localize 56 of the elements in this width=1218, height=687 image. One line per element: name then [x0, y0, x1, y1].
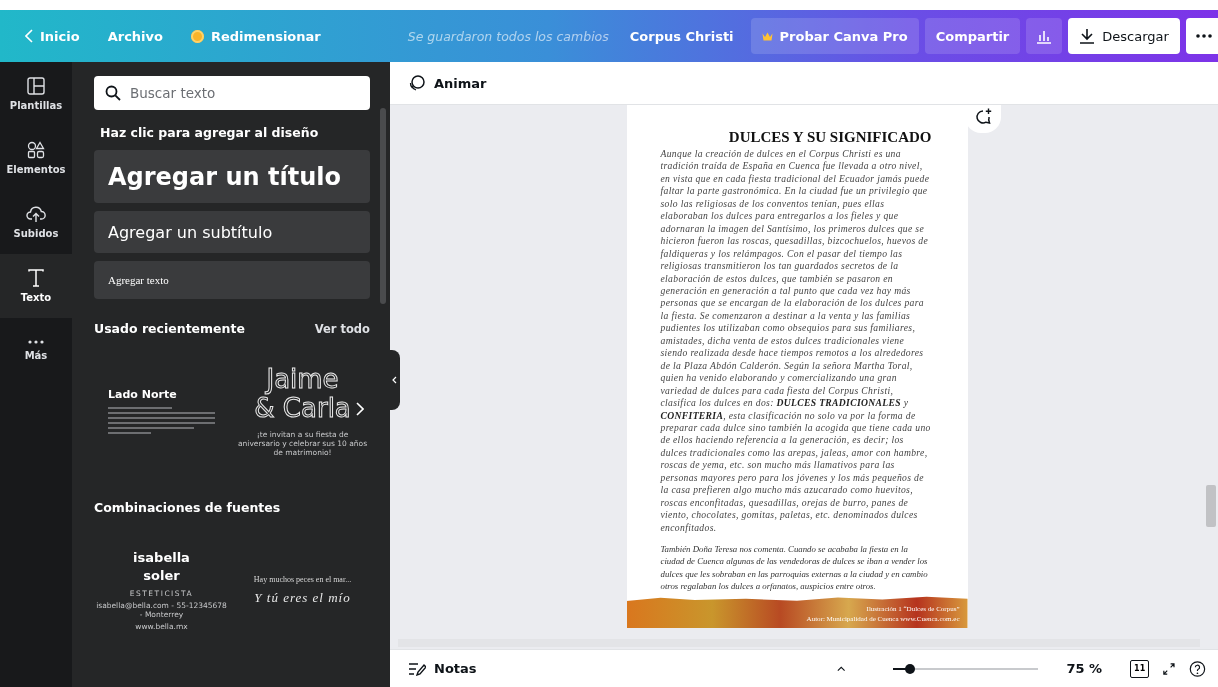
caret-icon[interactable]	[836, 665, 845, 672]
section-heading: Combinaciones de fuentes	[94, 500, 281, 515]
download-button[interactable]: Descargar	[1068, 18, 1180, 54]
more-icon	[1195, 34, 1212, 38]
add-text-button[interactable]: Agregar un título	[94, 150, 370, 203]
add-comment-icon	[974, 108, 992, 126]
more-icon	[27, 339, 45, 345]
notes-button[interactable]: Notas	[402, 660, 483, 677]
search-icon	[105, 85, 121, 101]
zoom-level[interactable]: 75 %	[1066, 661, 1103, 676]
save-status: Se guardaron todos los cambios	[407, 28, 609, 44]
document-paragraph: Aunque la creación de dulces en el Corpus Christi es una tradición traída de España en Cuenca fue llevada a otro nivel, en vista que en cada fiesta tradicional del Ecuador jamás puede faltar la parte gastronómica. En la ciudad fue un privilegio que solo las religiosas de los conventos tenían, pues ellas elaboraban los dulces para entregarlos a los fieles y que adornaran la imagen del Santísimo, los primeros dulces que se hicieron fueron las roscas, quesadillas, bizcochuelos, huevos de faldiqueras y los relámpagos. Con el pasar del tiempo las religiosas transmitieron los tan guardados secretos de la elaboración de estos dulces, que también se pasaron en generación en generación a tal punto que cada vez hay más personas que se encargan de la elaboración de los dulces para la fiesta. Se comenzaron a destinar a la venta y las familias pudientes los utilizaban como obsequios para sus familiares, amistades, dicha venta de estos dulces tradicionales viene siendo realizada desde hace tiempos remotos a los alrededores de la Plaza Abdón Calderón. Según la señora Martha Toral, quien ha venido elaborando y comercializando una gran variedad de dulces para cada fiesta del Corpus Christi, clasifica los dulces en dos: DULCES TRADICIONALES y CONFITERIA, esta clasificación no solo va por la forma de preparar cada dulce sino también la acogida que tiene cada uno de ellos haciendo referencia a la generación, es decir; los dulces tradicionales como las arepas, jaleas, amor con hambre, roscas de yema, etc. son mucho más llamativos para las personas mayores pero para los jóvenes y los más pequeños de la casa prefieren algo mucho más azucarado como huevitos, roscas enconfitadas, quesadillas, orejas de burro, panes de viento, chocolates, gomitas, paletas, etc. denominados dulces enconfitados.	[660, 148, 932, 535]
search-field[interactable]: Buscar texto	[94, 76, 370, 110]
template-title: Lado Norte	[108, 388, 178, 401]
back-chevron-icon	[25, 29, 33, 43]
see-all-link[interactable]: Ver todo	[314, 321, 370, 336]
section-heading: Usado recientemente	[94, 321, 245, 336]
animate-icon	[408, 74, 426, 92]
share-button[interactable]: Compartir	[924, 18, 1021, 54]
add-comment-button[interactable]	[965, 105, 1001, 133]
cloud-upload-icon	[26, 205, 46, 223]
insights-button[interactable]	[1026, 18, 1063, 54]
rail-item[interactable]: Elementos	[0, 126, 72, 190]
collapse-panel-handle[interactable]	[389, 350, 400, 410]
download-icon	[1079, 28, 1096, 44]
page-count-button[interactable]: 11	[1130, 659, 1150, 678]
combination-title: isabella	[133, 548, 190, 567]
try-pro-button[interactable]: Probar Canva Pro	[750, 18, 919, 54]
add-text-button[interactable]: Agregar un subtítulo	[94, 211, 370, 253]
combination-title: soler	[143, 566, 180, 585]
notes-icon	[408, 661, 426, 676]
add-text-button[interactable]: Agregar texto	[94, 261, 370, 299]
document-paragraph: También Doña Teresa nos comenta. Cuando se acababa la fiesta en la ciudad de Cuenca algunas de las vendedoras de dulces se iban a vender los dulces que les sobraban en las parroquias externas a la ciudad y en cambio otros regalaban los dulces a orfanatos, auspicios entre otros.	[660, 543, 929, 593]
fullscreen-icon[interactable]	[1163, 661, 1176, 676]
more-options-button[interactable]	[1185, 18, 1218, 54]
document-title: DULCES Y SU SIGNIFICADO	[727, 129, 932, 146]
combination-title: Y tú eres el mío	[254, 589, 351, 606]
coin-icon	[190, 29, 204, 43]
rail-item[interactable]: Plantillas	[0, 62, 72, 126]
layout-icon	[27, 77, 45, 95]
scrollbar[interactable]	[380, 108, 386, 304]
combination-subtitle: Hay muchos peces en el mar...	[253, 574, 352, 584]
rail-item[interactable]: Subidos	[0, 190, 72, 254]
shapes-icon	[27, 141, 45, 159]
bar-chart-icon	[1036, 28, 1053, 44]
animate-button[interactable]: Animar	[402, 73, 493, 93]
rail-item[interactable]: Texto	[0, 254, 72, 318]
zoom-slider-thumb[interactable]	[905, 663, 916, 674]
panel-hint: Haz clic para agregar al diseño	[100, 125, 320, 140]
document-title[interactable]: Corpus Christi	[618, 18, 745, 54]
scrollbar[interactable]	[1206, 485, 1216, 527]
text-icon	[28, 269, 44, 287]
crown-icon	[761, 31, 773, 41]
rail-item[interactable]: Más	[0, 318, 72, 382]
template-title: Jaime	[266, 364, 339, 394]
help-icon[interactable]	[1189, 658, 1206, 679]
